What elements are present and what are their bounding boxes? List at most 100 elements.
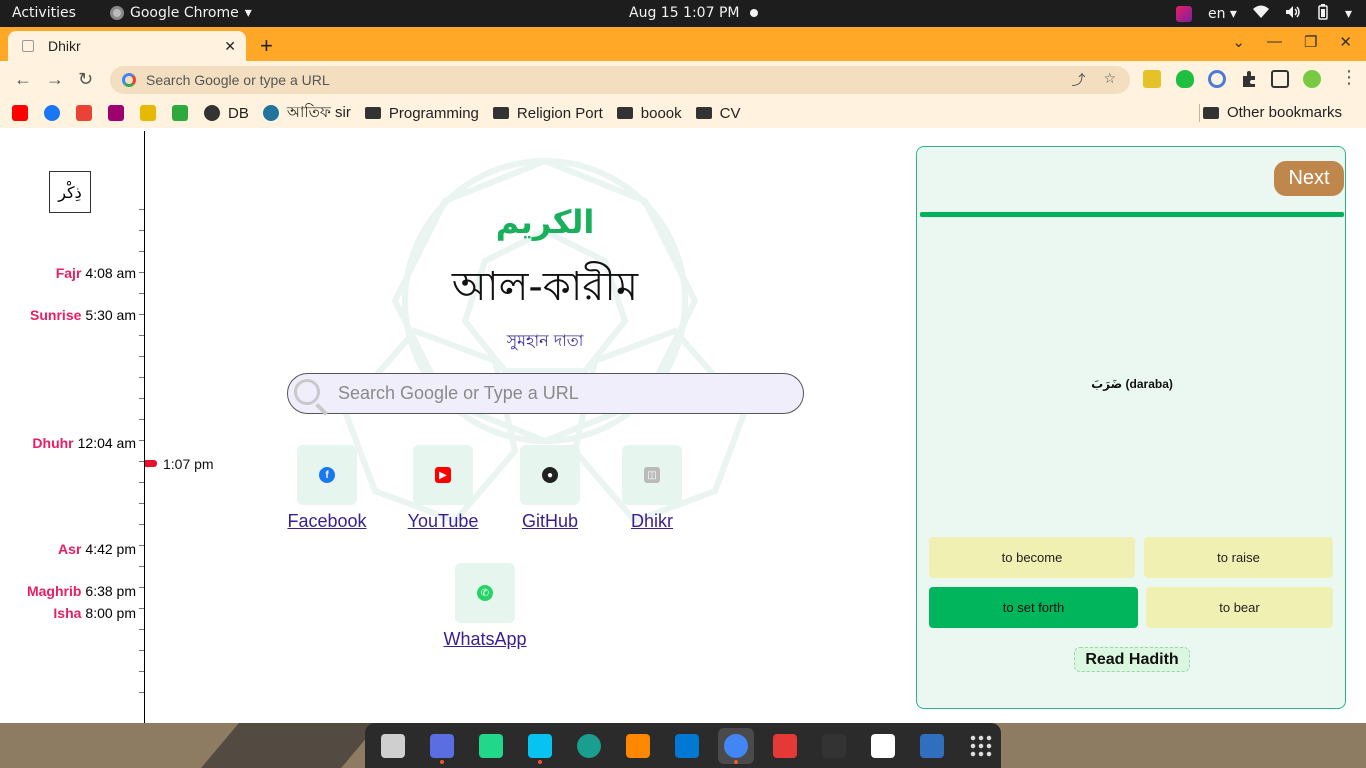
globe-icon: [204, 105, 220, 121]
bookmark-item[interactable]: Religion Port: [492, 105, 603, 122]
shield-extension-icon[interactable]: [1176, 70, 1194, 88]
shortcut-tile[interactable]: ▶: [413, 445, 473, 505]
folder-icon: [695, 107, 712, 119]
js-extension-icon[interactable]: [1143, 70, 1161, 88]
virtualbox-icon: [920, 733, 944, 758]
dock-item[interactable]: [914, 728, 950, 764]
battery-icon[interactable]: [1317, 4, 1329, 24]
search-placeholder: Search Google or Type a URL: [338, 383, 579, 403]
reload-button[interactable]: ↻: [78, 69, 93, 90]
quiz-word: ضَرَبَ (daraba): [1091, 377, 1173, 391]
circle-extension-icon[interactable]: [1208, 70, 1226, 88]
dock-item[interactable]: [375, 728, 411, 764]
app-menu[interactable]: Google Chrome ▾: [110, 5, 252, 21]
vscode-icon: [675, 733, 699, 758]
dock-item[interactable]: [522, 728, 558, 764]
shortcut-tile[interactable]: ✆: [455, 563, 515, 623]
dock-item[interactable]: [767, 728, 803, 764]
system-tray[interactable]: en ▾ ▾: [1175, 4, 1352, 24]
bookmark-star-icon[interactable]: ☆: [1103, 70, 1116, 90]
new-tab-button[interactable]: +: [260, 33, 273, 59]
address-bar[interactable]: Search Google or type a URL ⤴ ☆: [110, 66, 1130, 94]
clock[interactable]: Aug 15 1:07 PM: [629, 5, 739, 21]
bookmark-item[interactable]: [44, 105, 62, 121]
bookmark-item[interactable]: [108, 105, 126, 121]
dock-item[interactable]: [669, 728, 705, 764]
tab-close-icon[interactable]: ✕: [224, 38, 236, 55]
timeline-tick: [139, 629, 144, 630]
quiz-option[interactable]: to raise: [1144, 537, 1333, 578]
bookmark-item[interactable]: CV: [695, 105, 741, 122]
other-bookmarks-folder[interactable]: Other bookmarks: [1202, 104, 1342, 121]
app-menu-label: Google Chrome: [130, 5, 239, 21]
wifi-icon[interactable]: [1252, 5, 1269, 23]
shortcut-youtube[interactable]: ▶ YouTube: [383, 445, 503, 532]
bookmark-item[interactable]: [12, 105, 30, 121]
close-window-button[interactable]: ✕: [1339, 33, 1352, 51]
bookmark-item[interactable]: [76, 105, 94, 121]
facebook-icon: [44, 105, 60, 121]
quiz-option[interactable]: to set forth: [929, 587, 1138, 628]
dock-item[interactable]: [571, 728, 607, 764]
timeline-tick: [139, 356, 144, 357]
shortcut-label[interactable]: WhatsApp: [425, 629, 545, 650]
side-panel-icon[interactable]: [1271, 70, 1289, 88]
shortcut-whatsapp[interactable]: ✆ WhatsApp: [425, 563, 545, 650]
terminal-icon: [822, 733, 846, 758]
dock-item[interactable]: [718, 727, 754, 764]
shortcut-dhikr[interactable]: ◫ Dhikr: [592, 445, 712, 532]
bookmark-item[interactable]: আতিফ sir: [262, 101, 351, 126]
shortcut-label[interactable]: YouTube: [383, 511, 503, 532]
extensions-puzzle-icon[interactable]: [1240, 70, 1258, 88]
bookmark-label: boook: [640, 104, 682, 122]
timeline-tick: [139, 377, 144, 378]
bookmark-item[interactable]: DB: [204, 105, 249, 122]
activities-button[interactable]: Activities: [12, 5, 76, 21]
read-hadith-button[interactable]: Read Hadith: [1074, 647, 1190, 672]
timeline-tick: [139, 461, 144, 462]
back-button[interactable]: ←: [14, 69, 32, 90]
dock-item[interactable]: [865, 728, 901, 764]
browser-tab[interactable]: Dhikr ✕: [8, 31, 246, 61]
shortcut-facebook[interactable]: f Facebook: [267, 445, 387, 532]
bookmark-item[interactable]: Programming: [364, 104, 479, 122]
webstorm-icon: [528, 733, 552, 758]
language-selector[interactable]: en ▾: [1208, 6, 1237, 22]
bookmark-item[interactable]: [140, 105, 158, 121]
wallpaper-stripe: [201, 723, 379, 768]
app-indicator-icon[interactable]: [1175, 6, 1192, 22]
dock-item[interactable]: [963, 728, 999, 764]
shortcut-tile[interactable]: ◫: [622, 445, 682, 505]
prayer-name: Dhuhr: [32, 435, 74, 451]
bookmark-label: Programming: [388, 104, 479, 122]
quiz-option[interactable]: to bear: [1146, 587, 1333, 628]
volume-icon[interactable]: [1285, 5, 1301, 23]
search-input[interactable]: Search Google or Type a URL: [287, 373, 804, 414]
bookmark-label: DB: [228, 104, 249, 122]
prayer-time: 12:04 am: [77, 435, 136, 451]
shortcut-tile[interactable]: f: [297, 445, 357, 505]
minimize-button[interactable]: —: [1267, 33, 1282, 51]
language-label: en: [1207, 6, 1226, 22]
dock-item[interactable]: [424, 728, 460, 764]
forward-button[interactable]: →: [46, 69, 64, 90]
profile-avatar[interactable]: [1303, 70, 1321, 88]
system-top-bar: Activities Google Chrome ▾ Aug 15 1:07 P…: [0, 0, 1366, 27]
shortcut-tile[interactable]: ●: [520, 445, 580, 505]
power-menu-icon[interactable]: ▾: [1345, 6, 1352, 22]
dock-item[interactable]: [620, 728, 656, 764]
bookmark-item[interactable]: boook: [616, 104, 682, 122]
maximize-button[interactable]: ❐: [1304, 33, 1317, 51]
next-button[interactable]: Next: [1274, 161, 1344, 196]
shortcut-label[interactable]: Dhikr: [592, 511, 712, 532]
quiz-option[interactable]: to become: [929, 537, 1135, 578]
chrome-menu-icon[interactable]: ⋮: [1340, 67, 1358, 88]
bookmark-item[interactable]: [172, 105, 190, 121]
tab-search-icon[interactable]: ⌄: [1232, 33, 1245, 51]
dock-item[interactable]: [816, 728, 852, 764]
shortcut-label[interactable]: Facebook: [267, 511, 387, 532]
share-icon[interactable]: ⤴: [1071, 70, 1085, 90]
timeline-tick: [139, 230, 144, 231]
prayer-time: 6:38 pm: [85, 583, 136, 599]
dock-item[interactable]: [473, 728, 509, 764]
